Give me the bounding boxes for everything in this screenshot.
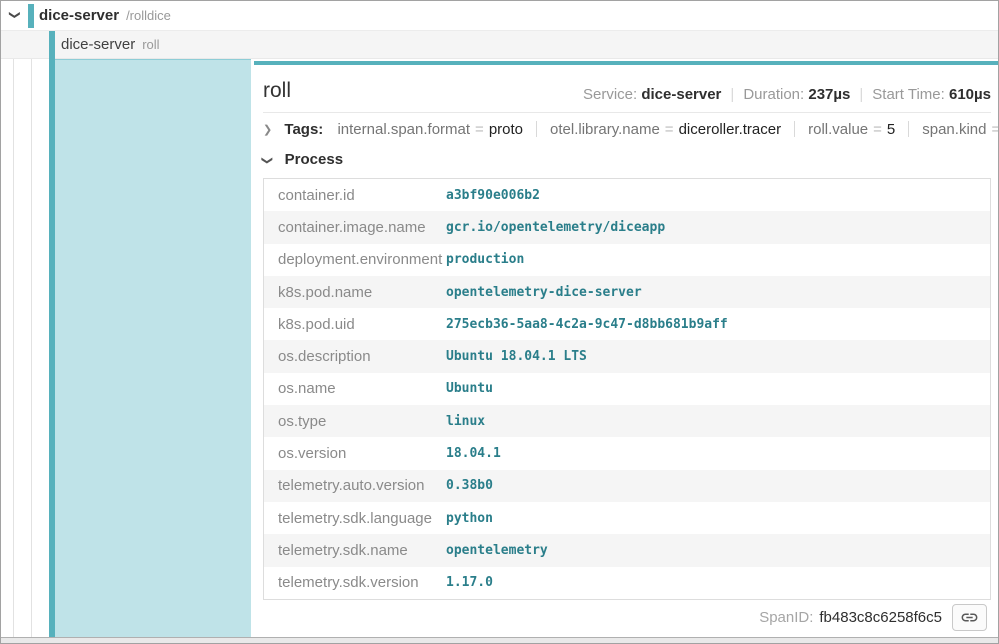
process-value: opentelemetry [446, 543, 990, 558]
chevron-down-icon[interactable]: ❯ [8, 8, 22, 22]
process-table-row: container.ida3bf90e006b2 [264, 179, 990, 211]
selected-span-highlight [55, 59, 251, 638]
duration-label: Duration: [743, 86, 804, 103]
span-color-bar [49, 31, 55, 59]
process-value: Ubuntu [446, 381, 990, 396]
chevron-down-icon: ❯ [263, 155, 272, 167]
divider: | [859, 86, 863, 103]
span-title: roll [263, 79, 291, 103]
start-time-label: Start Time: [872, 86, 945, 103]
tag-item: otel.library.name=diceroller.tracer [550, 121, 781, 138]
process-table-row: os.version18.04.1 [264, 437, 990, 469]
process-table-row: deployment.environmentproduction [264, 244, 990, 276]
copy-link-button[interactable] [952, 604, 987, 631]
process-key: telemetry.sdk.name [264, 542, 446, 559]
tags-label: Tags: [284, 121, 323, 138]
tag-item: span.kind=internal [922, 121, 999, 138]
tags-toggle-row[interactable]: ❯ Tags: internal.span.format=proto otel.l… [263, 121, 991, 147]
process-value: Ubuntu 18.04.1 LTS [446, 349, 990, 364]
process-key: os.description [264, 348, 446, 365]
process-table-row: os.typelinux [264, 405, 990, 437]
process-key: os.name [264, 380, 446, 397]
tags-list: internal.span.format=proto otel.library.n… [337, 121, 999, 138]
process-key: deployment.environment [264, 251, 446, 268]
process-toggle-row[interactable]: ❯ Process [263, 151, 343, 173]
process-value: a3bf90e006b2 [446, 188, 990, 203]
span-service-name: dice-server/rolldice [39, 7, 171, 24]
tree-guide-line [13, 59, 14, 638]
process-table-row: os.descriptionUbuntu 18.04.1 LTS [264, 340, 990, 372]
process-key: telemetry.sdk.version [264, 574, 446, 591]
process-table-row: telemetry.sdk.version1.17.0 [264, 567, 990, 599]
process-key: os.version [264, 445, 446, 462]
start-time-value: 610µs [949, 86, 991, 103]
span-detail-header: roll Service: dice-server | Duration: 237µ… [263, 65, 991, 113]
span-operation-name: roll [142, 37, 159, 52]
process-value: 1.17.0 [446, 575, 990, 590]
process-key-value-table: container.ida3bf90e006b2container.image.… [263, 178, 991, 600]
span-color-bar [28, 4, 34, 28]
process-key: os.type [264, 413, 446, 430]
process-value: 18.04.1 [446, 446, 990, 461]
divider [536, 121, 537, 137]
process-value: opentelemetry-dice-server [446, 285, 990, 300]
tag-item: roll.value=5 [808, 121, 895, 138]
process-key: container.id [264, 187, 446, 204]
duration-value: 237µs [808, 86, 850, 103]
spanid-label: SpanID: [759, 609, 813, 626]
tree-guide-line [31, 59, 32, 638]
service-label: Service: [583, 86, 637, 103]
link-icon [960, 608, 979, 627]
process-table-row: telemetry.sdk.nameopentelemetry [264, 534, 990, 566]
process-value: production [446, 252, 990, 267]
process-key: telemetry.auto.version [264, 477, 446, 494]
process-key: telemetry.sdk.language [264, 510, 446, 527]
span-service-name: dice-serverroll [61, 36, 160, 53]
process-value: python [446, 511, 990, 526]
spanid-value: fb483c8c6258f6c5 [819, 609, 942, 626]
process-table-row: telemetry.auto.version0.38b0 [264, 470, 990, 502]
process-value: gcr.io/opentelemetry/diceapp [446, 220, 990, 235]
process-table-row: telemetry.sdk.languagepython [264, 502, 990, 534]
process-label: Process [285, 151, 343, 168]
jaeger-trace-window: 237µs ❯ dice-server/rolldice dice-server… [0, 0, 999, 644]
process-key: container.image.name [264, 219, 446, 236]
process-value: 275ecb36-5aa8-4c2a-9c47-d8bb681b9aff [446, 317, 990, 332]
process-value: linux [446, 414, 990, 429]
process-key: k8s.pod.uid [264, 316, 446, 333]
divider: | [730, 86, 734, 103]
process-key: k8s.pod.name [264, 284, 446, 301]
service-value: dice-server [641, 86, 721, 103]
span-operation-name: /rolldice [126, 8, 171, 23]
chevron-right-icon: ❯ [263, 124, 272, 136]
window-bottom-edge [1, 637, 999, 643]
tag-item: internal.span.format=proto [337, 121, 523, 138]
divider [794, 121, 795, 137]
process-table-row: container.image.namegcr.io/opentelemetry… [264, 211, 990, 243]
process-table-row: k8s.pod.uid275ecb36-5aa8-4c2a-9c47-d8bb6… [264, 308, 990, 340]
process-table-row: os.nameUbuntu [264, 373, 990, 405]
span-detail-panel: roll Service: dice-server | Duration: 237µ… [254, 61, 999, 638]
span-detail-footer: SpanID: fb483c8c6258f6c5 [759, 603, 987, 631]
divider [908, 121, 909, 137]
tree-row-rolldice[interactable]: ❯ dice-server/rolldice [1, 1, 999, 31]
span-meta: Service: dice-server | Duration: 237µs | Sta… [583, 86, 991, 103]
tree-row-roll[interactable]: dice-serverroll [1, 31, 999, 59]
process-value: 0.38b0 [446, 478, 990, 493]
process-table-row: k8s.pod.nameopentelemetry-dice-server [264, 276, 990, 308]
